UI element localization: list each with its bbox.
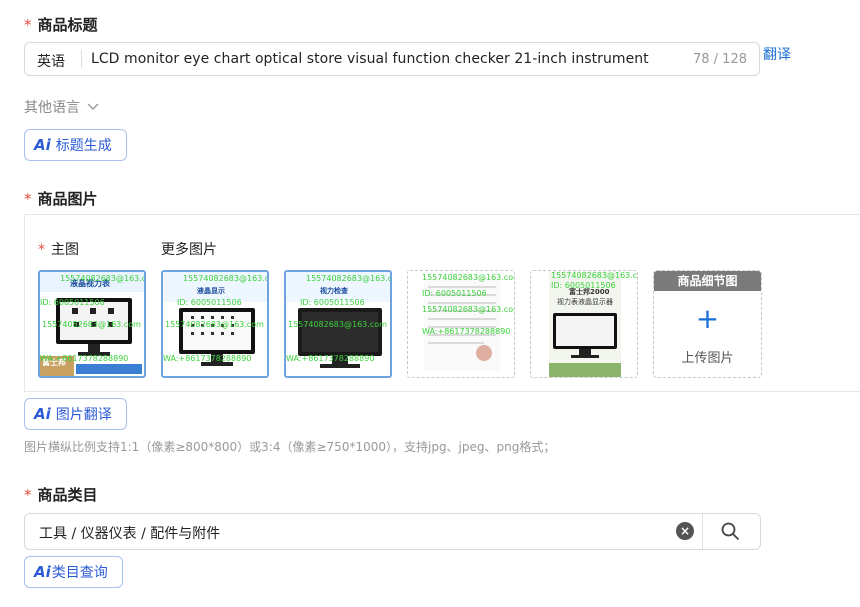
product-title-field[interactable]: 英语 LCD monitor eye chart optical store v…	[24, 42, 760, 76]
search-icon[interactable]	[720, 521, 740, 541]
product-title-input[interactable]: LCD monitor eye chart optical store visu…	[91, 51, 649, 67]
required-mark: *	[24, 190, 32, 208]
required-mark: *	[24, 16, 32, 34]
required-mark: *	[24, 486, 32, 504]
more-images-label: 更多图片	[161, 242, 217, 258]
ai-category-query-button[interactable]: Ai 类目查询	[24, 556, 123, 588]
ai-title-generate-button[interactable]: Ai 标题生成	[24, 129, 127, 161]
detail-image-header: 商品细节图	[654, 271, 761, 291]
category-field[interactable]: 工具 / 仪器仪表 / 配件与附件 ×	[24, 513, 761, 550]
upload-detail-image[interactable]: 商品细节图 + 上传图片	[653, 270, 762, 378]
image-thumb[interactable]: 15574082683@163.com ID: 6005011506 15574…	[407, 270, 515, 378]
clear-icon[interactable]: ×	[676, 522, 694, 540]
ai-icon: Ai	[34, 136, 51, 154]
image-format-hint: 图片横纵比例支持1:1（像素≥800*800）或3:4（像素≥750*1000）…	[24, 440, 556, 454]
product-images-label: * 商品图片	[24, 190, 98, 208]
divider	[81, 50, 82, 68]
product-title-label: * 商品标题	[24, 16, 98, 34]
chevron-down-icon	[87, 103, 99, 110]
divider	[702, 514, 703, 549]
product-category-label: * 商品类目	[24, 486, 98, 504]
translate-link[interactable]: 翻译	[763, 44, 791, 64]
main-image-label: * 主图	[38, 242, 79, 258]
category-input[interactable]: 工具 / 仪器仪表 / 配件与附件	[39, 523, 220, 543]
plus-icon: +	[695, 302, 720, 335]
ai-icon: Ai	[34, 563, 51, 581]
ai-image-translate-button[interactable]: Ai 图片翻译	[24, 398, 127, 430]
ai-icon: Ai	[34, 405, 51, 423]
upload-label: 上传图片	[681, 351, 734, 366]
language-selector[interactable]: 英语	[37, 51, 65, 71]
monitor-image	[553, 313, 617, 358]
char-counter: 78 / 128	[693, 52, 747, 67]
image-thumb[interactable]: 液晶显示 15574082683@163.com ID: 6005011506 …	[161, 270, 269, 378]
image-thumb[interactable]: 富士邦2000 视力表液晶显示器 15574082683@163.com ID:…	[530, 270, 638, 378]
other-languages-toggle[interactable]: 其他语言	[24, 97, 99, 117]
image-thumb[interactable]: 视力检查 15574082683@163.com ID: 6005011506 …	[284, 270, 392, 378]
main-image-thumb[interactable]: 液晶视力表 富士邦 15574082683@163.com ID: 600501…	[38, 270, 146, 378]
